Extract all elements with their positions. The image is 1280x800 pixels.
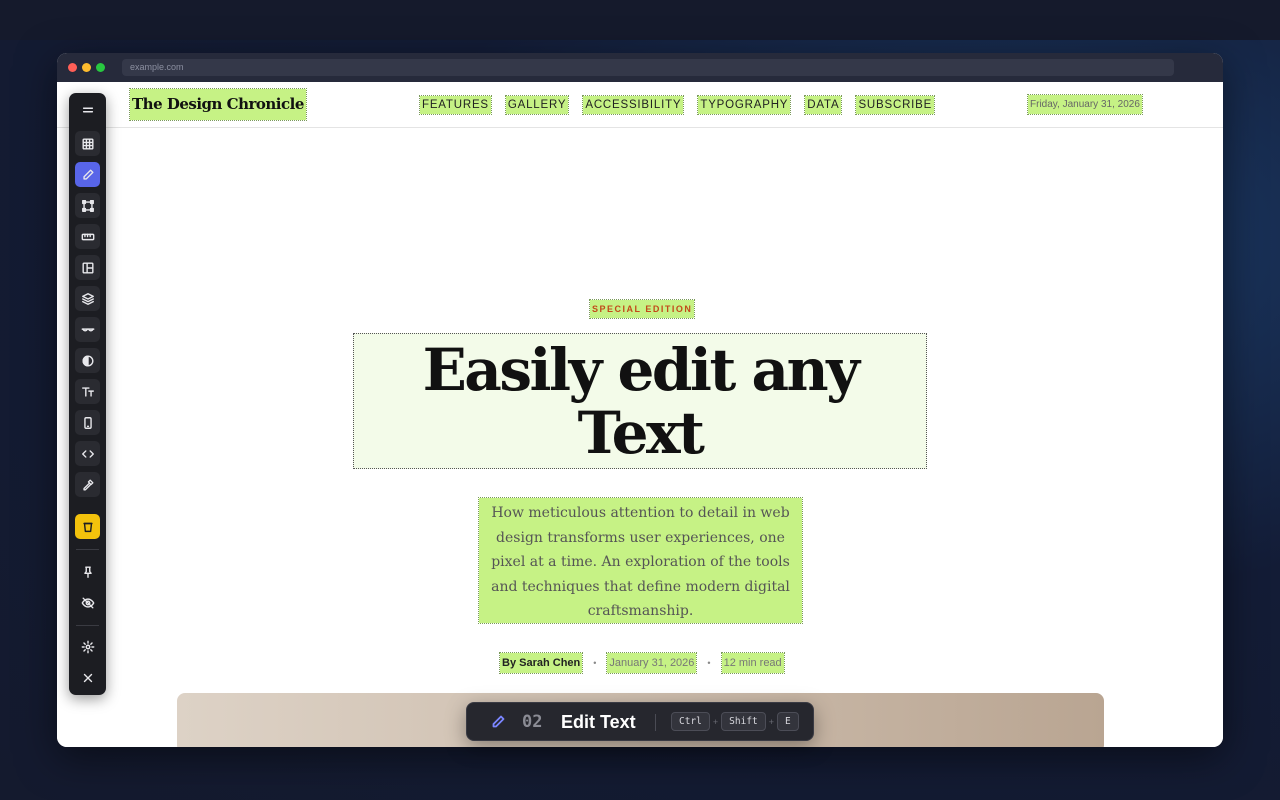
hud-shortcut: Ctrl + Shift + E [671, 712, 799, 731]
byline-separator: • [707, 658, 711, 668]
toolbar-glasses-button[interactable] [75, 317, 100, 342]
toolbar-settings-button[interactable] [75, 634, 100, 659]
grid-icon [81, 137, 94, 150]
article-kicker[interactable]: SPECIAL EDITION [588, 299, 696, 319]
gear-icon [81, 640, 94, 653]
code-icon [81, 449, 94, 458]
layers-icon [81, 292, 94, 305]
pencil-icon [492, 715, 505, 728]
toolbar-grid-button[interactable] [75, 131, 100, 156]
text-size-icon [81, 386, 94, 397]
nav-data[interactable]: DATA [804, 95, 843, 115]
toolbar-edit-text-button[interactable] [75, 162, 100, 187]
toolbar-contrast-button[interactable] [75, 348, 100, 373]
nav-features[interactable]: FEATURES [419, 95, 492, 115]
cup-icon [82, 522, 93, 532]
pencil-icon [82, 168, 94, 180]
close-window-button[interactable] [68, 63, 77, 72]
menu-icon [82, 107, 93, 112]
toolbar-separator [76, 625, 99, 626]
toolbar-mobile-button[interactable] [75, 410, 100, 435]
toolbar-typography-button[interactable] [75, 379, 100, 404]
mode-hud: 02 Edit Text Ctrl + Shift + E [466, 702, 814, 741]
ruler-icon [81, 233, 94, 240]
nav-gallery[interactable]: GALLERY [504, 95, 570, 115]
article-byline: By Sarah Chen • January 31, 2026 • 12 mi… [498, 652, 785, 674]
header-date[interactable]: Friday, January 31, 2026 [1027, 94, 1143, 115]
byline-author[interactable]: By Sarah Chen [498, 652, 584, 674]
toolbar-layers-button[interactable] [75, 286, 100, 311]
byline-date[interactable]: January 31, 2026 [606, 652, 698, 674]
toolbar-transform-button[interactable] [75, 193, 100, 218]
headline-line-2: Text [577, 399, 705, 467]
address-bar[interactable]: example.com [122, 59, 1174, 76]
byline-separator: • [593, 658, 597, 668]
toolbar-color-picker-button[interactable] [75, 472, 100, 497]
toolbar-layout-button[interactable] [75, 255, 100, 280]
nav-subscribe[interactable]: SUBSCRIBE [855, 95, 936, 115]
hud-mode-icon [490, 714, 506, 730]
contrast-icon [81, 354, 94, 367]
site-brand[interactable]: The Design Chronicle [129, 88, 307, 121]
pin-icon [83, 565, 92, 578]
shortcut-key-ctrl: Ctrl [671, 712, 710, 731]
toolbar-coffee-button[interactable] [75, 514, 100, 539]
shortcut-key-e: E [777, 712, 799, 731]
glasses-icon [81, 327, 94, 331]
eyedropper-icon [82, 478, 94, 491]
mobile-icon [83, 416, 92, 429]
hud-mode-label: Edit Text [561, 712, 636, 732]
toolbar-close-button[interactable] [75, 665, 100, 690]
shortcut-plus: + [712, 716, 719, 727]
toolbar-code-button[interactable] [75, 441, 100, 466]
layout-icon [81, 261, 94, 274]
web-page: The Design Chronicle FEATURES GALLERY AC… [57, 82, 1223, 747]
design-toolbar [69, 93, 106, 695]
eye-off-icon [81, 596, 94, 609]
toolbar-separator [76, 549, 99, 550]
desktop-top-band [0, 0, 1280, 40]
close-icon [83, 673, 92, 682]
nav-typography[interactable]: TYPOGRAPHY [697, 95, 792, 115]
shortcut-key-shift: Shift [721, 712, 766, 731]
main-nav: FEATURES GALLERY ACCESSIBILITY TYPOGRAPH… [419, 95, 936, 115]
toolbar-pin-button[interactable] [75, 559, 100, 584]
bounding-box-icon [81, 199, 94, 212]
browser-chrome: example.com [57, 53, 1223, 82]
article-headline[interactable]: Easily edit any Text [354, 339, 926, 465]
headline-line-1: Easily edit any [422, 336, 860, 404]
article-lede[interactable]: How meticulous attention to detail in we… [478, 497, 803, 624]
nav-accessibility[interactable]: ACCESSIBILITY [582, 95, 685, 115]
byline-read-time[interactable]: 12 min read [720, 652, 785, 674]
headline-edit-box[interactable]: Easily edit any Text [353, 333, 927, 469]
toolbar-menu-button[interactable] [75, 97, 100, 122]
site-header: The Design Chronicle FEATURES GALLERY AC… [57, 82, 1223, 128]
minimize-window-button[interactable] [82, 63, 91, 72]
hud-mode-number: 02 [522, 712, 543, 732]
toolbar-ruler-button[interactable] [75, 224, 100, 249]
shortcut-plus: + [768, 716, 775, 727]
hud-divider [655, 714, 656, 731]
browser-window: example.com The Design Chronicle FEATURE… [57, 53, 1223, 747]
maximize-window-button[interactable] [96, 63, 105, 72]
toolbar-hide-button[interactable] [75, 590, 100, 615]
